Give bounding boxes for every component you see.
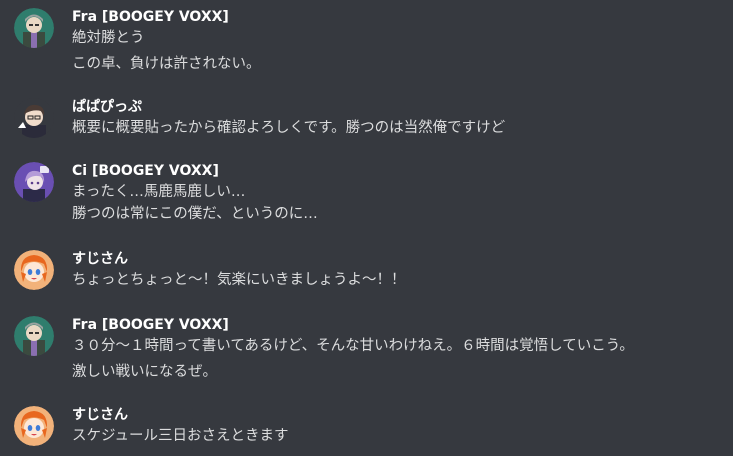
message-group: Fra [BOOGEY VOXX] ３０分～１時間って書いてあるけど、そんな甘い… (14, 316, 729, 386)
ci-avatar[interactable] (14, 162, 54, 202)
message-group: Ci [BOOGEY VOXX] まったく…馬鹿馬鹿しい… 勝つのは常にこの僕だ… (14, 162, 729, 232)
papapippu-avatar[interactable] (14, 98, 54, 138)
message-text: 勝つのは常にこの僕だ、というのに… (72, 206, 318, 222)
message-author[interactable]: Fra [BOOGEY VOXX] (72, 316, 229, 334)
message-text: ３０分～１時間って書いてあるけど、そんな甘いわけねえ。６時間は覚悟していこう。 (72, 338, 634, 354)
message-author[interactable]: すじさん (72, 250, 128, 268)
message-group: ぱぱぴっぷ 概要に概要貼ったから確認よろしくです。勝つのは当然俺ですけど (14, 98, 729, 144)
message-text: 激しい戦いになるぜ。 (72, 364, 217, 380)
message-group: Fra [BOOGEY VOXX] 絶対勝とう この卓、負けは許されない。 (14, 8, 729, 78)
sujisan-avatar[interactable] (14, 250, 54, 290)
message-author[interactable]: すじさん (72, 406, 128, 424)
message-author[interactable]: ぱぱぴっぷ (72, 98, 142, 116)
message-text: 概要に概要貼ったから確認よろしくです。勝つのは当然俺ですけど (72, 120, 506, 136)
message-group: すじさん ちょっとちょっと～！気楽にいきましょうよ～！！ (14, 250, 729, 296)
fra-avatar[interactable] (14, 8, 54, 48)
message-group: すじさん スケジュール三日おさえときます (14, 406, 729, 452)
sujisan-avatar[interactable] (14, 406, 54, 446)
message-text: ちょっとちょっと～！気楽にいきましょうよ～！！ (72, 272, 406, 288)
message-text: まったく…馬鹿馬鹿しい… (72, 184, 246, 200)
message-author[interactable]: Fra [BOOGEY VOXX] (72, 8, 229, 26)
fra-avatar[interactable] (14, 316, 54, 356)
message-author[interactable]: Ci [BOOGEY VOXX] (72, 162, 219, 180)
message-text: 絶対勝とう (72, 30, 145, 46)
message-text: スケジュール三日おさえときます (72, 428, 289, 444)
message-text: この卓、負けは許されない。 (72, 56, 261, 72)
